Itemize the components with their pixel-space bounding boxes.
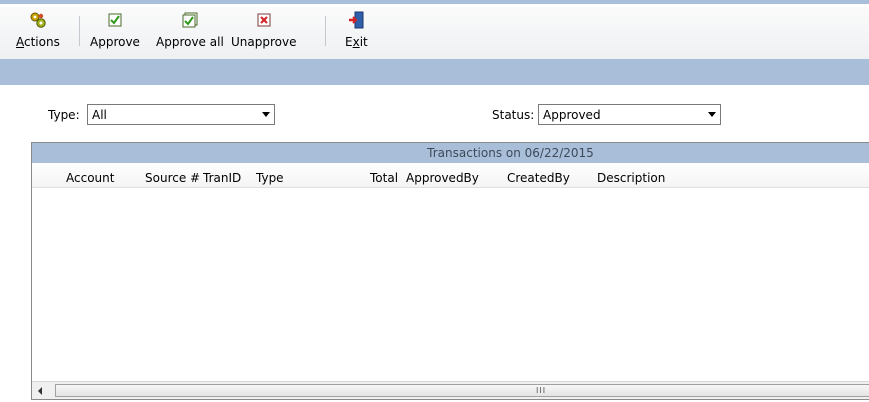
grid-header: Account Source # TranID Type Total Appro…	[32, 163, 869, 188]
toolbar: Actions Approve Approve all Unapprove Ex…	[0, 7, 869, 59]
column-header-account[interactable]: Account	[66, 171, 114, 185]
chevron-down-icon[interactable]	[708, 112, 716, 117]
transactions-grid[interactable]: Transactions on 06/22/2015 Account Sourc…	[31, 142, 869, 400]
column-header-tranid[interactable]: TranID	[203, 171, 241, 185]
cross-box-icon	[255, 11, 273, 29]
status-select[interactable]: Approved	[538, 104, 721, 125]
approve-button[interactable]: Approve	[90, 11, 140, 57]
horizontal-scrollbar[interactable]: III	[32, 381, 869, 399]
check-box-icon	[106, 11, 124, 29]
toolbar-separator	[325, 16, 326, 46]
column-header-description[interactable]: Description	[597, 171, 665, 185]
header-band	[0, 59, 869, 85]
actions-button[interactable]: Actions	[16, 11, 60, 57]
grid-title: Transactions on 06/22/2015	[32, 143, 869, 163]
unapprove-label: Unapprove	[231, 35, 297, 49]
column-header-type[interactable]: Type	[256, 171, 284, 185]
approve-label: Approve	[90, 35, 140, 49]
toolbar-separator	[79, 16, 80, 46]
exit-door-icon	[347, 11, 365, 29]
gears-icon	[29, 11, 47, 29]
check-boxes-icon	[181, 11, 199, 29]
type-label: Type:	[48, 108, 80, 122]
actions-label: Actions	[16, 35, 60, 49]
column-header-createdby[interactable]: CreatedBy	[507, 171, 570, 185]
status-select-value: Approved	[543, 108, 601, 122]
column-header-approvedby[interactable]: ApprovedBy	[406, 171, 479, 185]
column-header-total[interactable]: Total	[370, 171, 398, 185]
column-header-source[interactable]: Source #	[145, 171, 200, 185]
exit-button[interactable]: Exit	[345, 11, 368, 57]
exit-label: Exit	[345, 35, 368, 49]
scrollbar-thumb[interactable]: III	[55, 384, 869, 397]
type-select[interactable]: All	[87, 104, 275, 125]
scrollbar-grip: III	[536, 386, 547, 395]
status-label: Status:	[492, 108, 535, 122]
unapprove-button[interactable]: Unapprove	[231, 11, 296, 57]
chevron-down-icon[interactable]	[262, 112, 270, 117]
approve-all-button[interactable]: Approve all	[156, 11, 224, 57]
approve-all-label: Approve all	[156, 35, 224, 49]
window-top-border	[0, 0, 869, 7]
type-select-value: All	[92, 108, 107, 122]
scroll-left-arrow-icon[interactable]	[38, 387, 42, 395]
